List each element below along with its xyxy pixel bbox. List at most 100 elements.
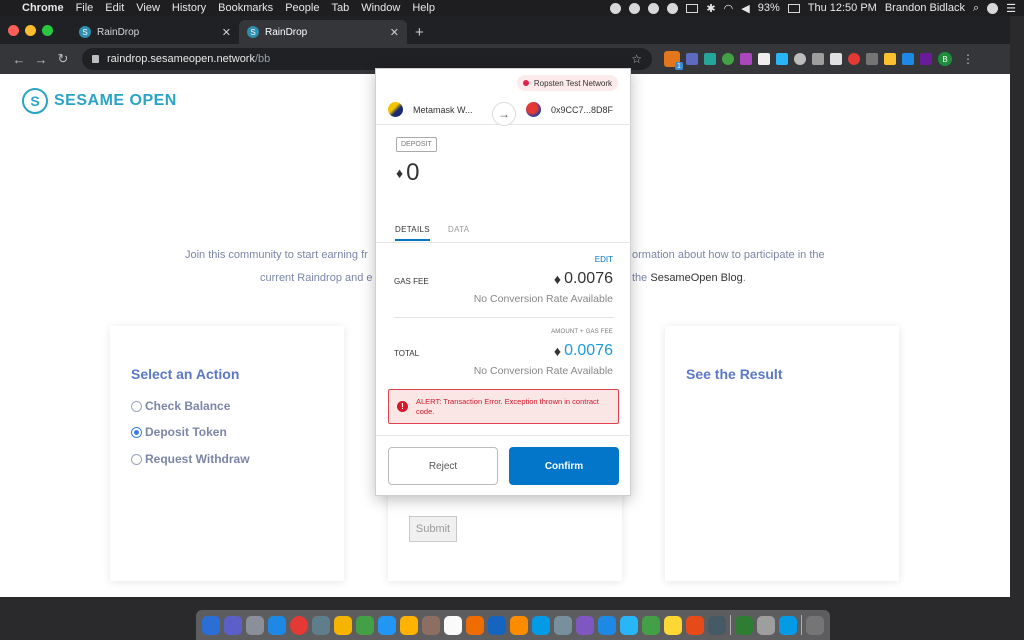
sender-account[interactable]: Metamask W... [376, 102, 504, 117]
skype-icon[interactable] [779, 615, 797, 635]
system-preferences-icon[interactable] [554, 615, 573, 635]
books-icon[interactable] [422, 615, 441, 635]
zoom-window-button[interactable] [42, 24, 53, 36]
reload-icon[interactable]: ↻ [52, 51, 74, 67]
excel-icon[interactable] [735, 615, 753, 635]
preview-icon[interactable] [757, 615, 775, 635]
messages-icon[interactable] [356, 615, 375, 635]
close-window-button[interactable] [8, 24, 19, 36]
translate-icon[interactable] [902, 53, 914, 65]
extension-icon[interactable] [794, 53, 806, 65]
finder-icon[interactable] [202, 615, 221, 635]
charts-icon[interactable] [466, 615, 485, 635]
radio-check-balance[interactable]: Check Balance [131, 399, 230, 413]
trash-icon[interactable] [805, 615, 824, 635]
radio-unchecked-icon[interactable] [131, 400, 142, 412]
menu-help[interactable]: Help [412, 2, 435, 14]
minimize-window-button[interactable] [25, 24, 36, 36]
network-indicator[interactable]: Ropsten Test Network [516, 75, 618, 91]
lock-icon[interactable] [92, 55, 99, 63]
metamask-extension-icon[interactable]: 1 [664, 51, 683, 70]
browser-menu-icon[interactable]: ⋮ [962, 52, 974, 66]
launchpad-icon[interactable] [246, 615, 265, 635]
reject-button[interactable]: Reject [388, 447, 498, 485]
back-arrow-icon[interactable]: ← [8, 52, 30, 67]
extension-icon[interactable] [776, 53, 788, 65]
photos-icon[interactable] [334, 615, 353, 635]
status-dot-icon[interactable] [610, 2, 622, 14]
wifi-icon[interactable]: ◠ [724, 2, 734, 15]
tab-details[interactable]: DETAILS [395, 225, 430, 241]
bluetooth-icon[interactable]: ✱ [706, 2, 715, 15]
safari-icon[interactable] [268, 615, 287, 635]
signal-icon[interactable] [598, 615, 617, 635]
address-bar[interactable]: raindrop.sesameopen.network/bb ☆ [82, 48, 652, 70]
extension-icon[interactable] [920, 53, 932, 65]
viber-icon[interactable] [576, 615, 595, 635]
onedrive-status-icon[interactable] [667, 2, 679, 14]
siri-icon[interactable] [987, 2, 999, 14]
app-icon[interactable] [708, 615, 727, 635]
edit-gas-link[interactable]: EDIT [595, 255, 613, 264]
wechat-icon[interactable] [642, 615, 661, 635]
pages-icon[interactable] [510, 615, 529, 635]
browser-tab-2-active[interactable]: S RainDrop ✕ [239, 20, 407, 44]
menu-file[interactable]: File [76, 2, 94, 14]
extension-icon[interactable] [830, 53, 842, 65]
skype-status-icon[interactable] [629, 2, 641, 14]
close-tab-icon[interactable]: ✕ [222, 26, 231, 39]
confirm-button[interactable]: Confirm [509, 447, 619, 485]
menu-edit[interactable]: Edit [105, 2, 124, 14]
chrome-icon[interactable] [290, 615, 309, 635]
submit-button[interactable]: Submit [409, 516, 457, 542]
browser-tab-1[interactable]: S RainDrop ✕ [71, 20, 239, 44]
blog-link[interactable]: SesameOpen Blog [650, 272, 742, 284]
menu-view[interactable]: View [136, 2, 160, 14]
brave-icon[interactable] [686, 615, 705, 635]
menu-app-name[interactable]: Chrome [22, 2, 64, 14]
extension-icon[interactable] [758, 53, 770, 65]
telegram-status-icon[interactable] [648, 2, 660, 14]
app-store-icon[interactable] [532, 615, 551, 635]
battery-percent[interactable]: 93% [758, 2, 780, 14]
radio-deposit-token[interactable]: Deposit Token [131, 425, 227, 439]
extension-icon[interactable] [884, 53, 896, 65]
tab-data[interactable]: DATA [448, 225, 469, 234]
menu-tab[interactable]: Tab [331, 2, 349, 14]
bookmark-star-icon[interactable]: ☆ [631, 52, 642, 66]
extension-icon[interactable] [686, 53, 698, 65]
facetime-icon[interactable] [378, 615, 397, 635]
notes-icon[interactable] [400, 615, 419, 635]
user-name[interactable]: Brandon Bidlack [885, 2, 965, 14]
mail-icon[interactable] [312, 615, 331, 635]
volume-icon[interactable]: ◀ [741, 2, 749, 15]
brand-logo[interactable]: S SESAME OPEN [22, 88, 177, 114]
radio-checked-icon[interactable] [131, 426, 142, 438]
calendar-icon[interactable] [444, 615, 463, 635]
spotlight-search-icon[interactable]: ⌕ [973, 2, 979, 15]
clock[interactable]: Thu 12:50 PM [808, 2, 877, 14]
keynote-icon[interactable] [488, 615, 507, 635]
siri-icon[interactable] [224, 615, 243, 635]
close-tab-icon[interactable]: ✕ [390, 26, 399, 39]
kakaotalk-icon[interactable] [664, 615, 683, 635]
airplay-icon[interactable] [686, 3, 699, 13]
notification-center-icon[interactable]: ☰ [1006, 2, 1016, 15]
extension-icon[interactable] [704, 53, 716, 65]
extension-icon[interactable] [812, 53, 824, 65]
profile-avatar[interactable]: B [938, 52, 952, 66]
radio-unchecked-icon[interactable] [131, 453, 142, 465]
pinterest-icon[interactable] [848, 53, 860, 65]
menu-people[interactable]: People [285, 2, 319, 14]
extension-icon[interactable] [740, 53, 752, 65]
extension-icon[interactable] [866, 53, 878, 65]
menu-window[interactable]: Window [361, 2, 400, 14]
radio-request-withdraw[interactable]: Request Withdraw [131, 452, 250, 466]
new-tab-button[interactable]: + [407, 20, 424, 44]
menu-bookmarks[interactable]: Bookmarks [218, 2, 273, 14]
menu-history[interactable]: History [172, 2, 206, 14]
extension-icon[interactable] [722, 53, 734, 65]
recipient-account[interactable]: 0x9CC7...8D8F [504, 102, 632, 117]
forward-arrow-icon[interactable]: → [30, 52, 52, 67]
telegram-icon[interactable] [620, 615, 639, 635]
